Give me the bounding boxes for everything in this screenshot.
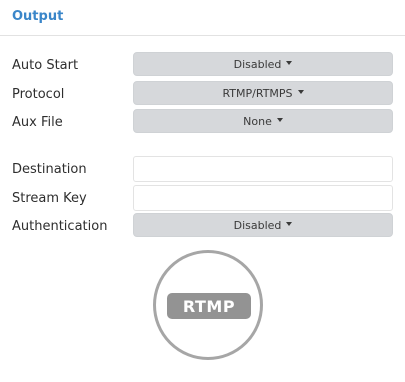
panel-title: Output (12, 9, 64, 24)
rtmp-logo-icon: RTMP (153, 250, 263, 360)
caret-down-icon (286, 61, 293, 65)
aux-file-label: Aux File (12, 115, 63, 130)
stream-key-label: Stream Key (12, 191, 87, 206)
protocol-value: RTMP/RTMPS (222, 86, 293, 100)
rtmp-logo-badge: RTMP (167, 293, 251, 319)
protocol-label: Protocol (12, 87, 65, 102)
aux-file-dropdown[interactable]: None (133, 109, 393, 133)
auto-start-label: Auto Start (12, 58, 79, 73)
caret-down-icon (276, 118, 283, 122)
destination-input[interactable] (133, 156, 393, 182)
auto-start-dropdown[interactable]: Disabled (133, 52, 393, 76)
aux-file-value: None (243, 114, 272, 128)
stream-key-input[interactable] (133, 185, 393, 211)
panel-header: Output (0, 0, 405, 36)
caret-down-icon (297, 90, 304, 94)
destination-label: Destination (12, 162, 87, 177)
auto-start-value: Disabled (233, 57, 282, 71)
caret-down-icon (286, 222, 293, 226)
authentication-dropdown[interactable]: Disabled (133, 213, 393, 237)
authentication-label: Authentication (12, 219, 108, 234)
authentication-value: Disabled (233, 218, 282, 232)
protocol-dropdown[interactable]: RTMP/RTMPS (133, 81, 393, 105)
